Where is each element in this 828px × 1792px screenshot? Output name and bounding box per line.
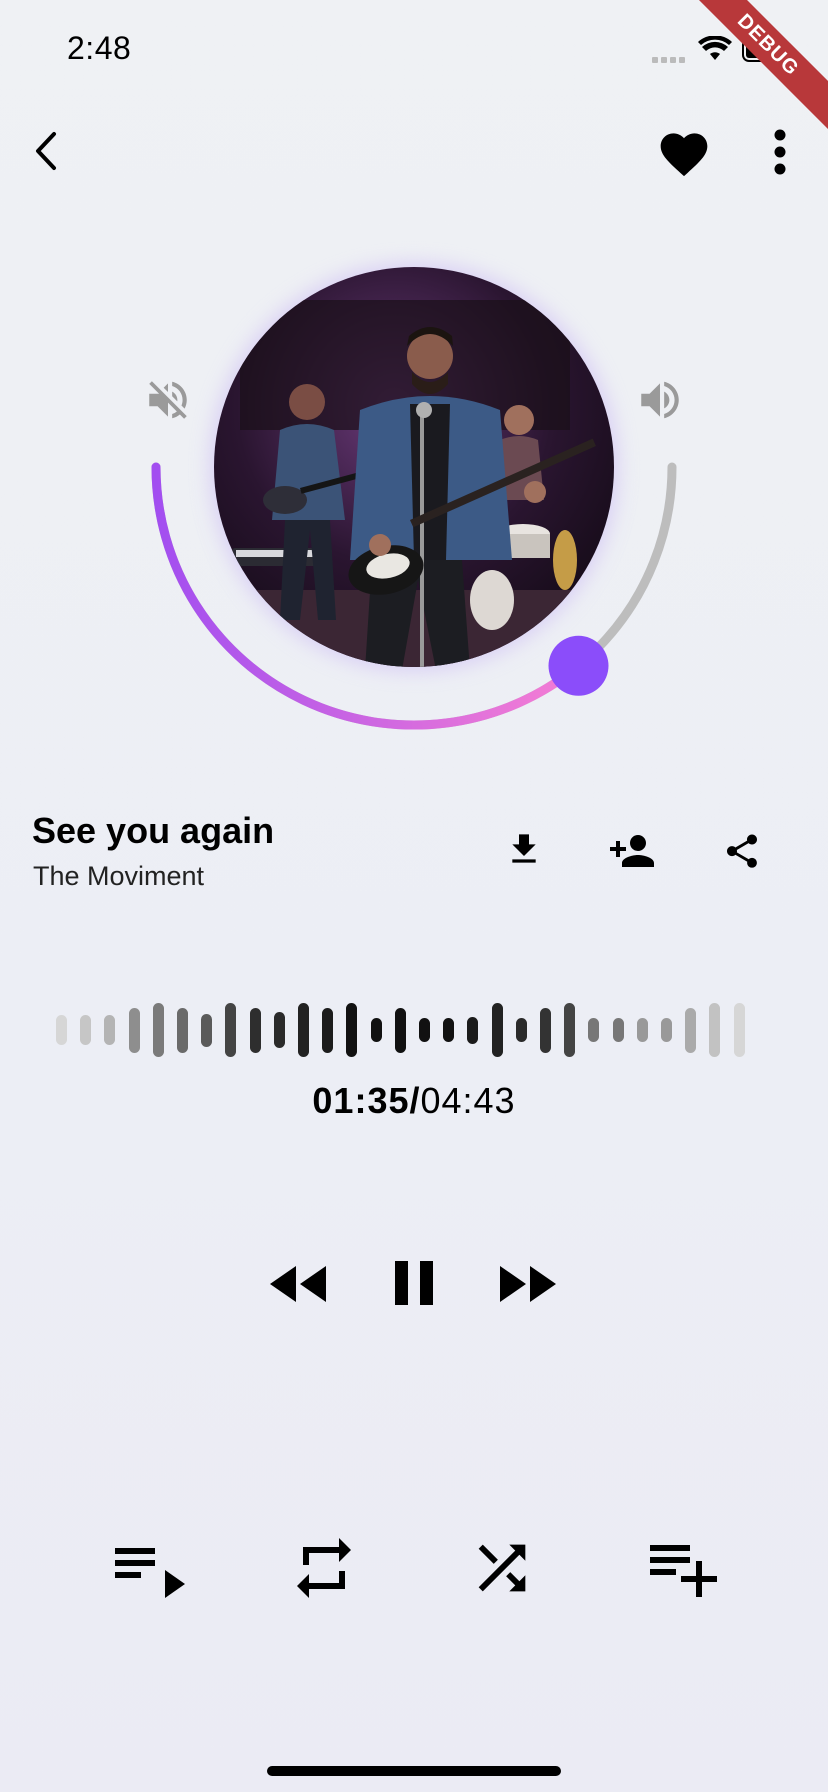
waveform-bar: [443, 1018, 454, 1042]
waveform-bar: [685, 1008, 696, 1053]
waveform-bar: [201, 1014, 212, 1047]
waveform-bar: [298, 1003, 309, 1057]
waveform-bar: [516, 1018, 527, 1042]
volume-up-icon: [641, 381, 679, 419]
heart-icon: [660, 133, 708, 177]
waveform-bar: [80, 1015, 91, 1045]
chevron-left-icon: [36, 132, 56, 170]
person-add-icon: [610, 835, 654, 867]
waveform-bar: [588, 1018, 599, 1042]
add-to-playlist-button[interactable]: [640, 1530, 724, 1604]
waveform-bar: [564, 1003, 575, 1057]
waveform-bar: [709, 1003, 720, 1057]
song-title: See you again: [32, 810, 275, 851]
fast-forward-icon: [500, 1266, 556, 1302]
playlist-add-icon: [650, 1545, 717, 1597]
share-button[interactable]: [718, 826, 766, 876]
waveform-bar: [177, 1008, 188, 1053]
waveform-bar: [467, 1017, 478, 1044]
waveform-bar: [274, 1012, 285, 1048]
waveform-bar: [419, 1018, 430, 1042]
add-person-button[interactable]: [604, 826, 660, 876]
waveform-bar: [250, 1008, 261, 1053]
more-options-button[interactable]: [766, 128, 794, 176]
download-icon: [512, 834, 536, 863]
song-artist: The Moviment: [33, 861, 205, 891]
playlist-play-icon: [115, 1548, 185, 1598]
fast-rewind-icon: [270, 1266, 326, 1302]
waveform-bar: [225, 1003, 236, 1057]
mute-button[interactable]: [140, 374, 196, 426]
waveform-bar: [540, 1008, 551, 1053]
shuffle-icon: [478, 1544, 526, 1592]
volume-dial[interactable]: [140, 240, 688, 740]
waveform-bar: [661, 1018, 672, 1042]
total-time: 04:43: [420, 1080, 516, 1121]
wifi-icon: [698, 35, 732, 67]
pause-button[interactable]: [388, 1254, 440, 1312]
waveform-bar: [395, 1008, 406, 1053]
shuffle-button[interactable]: [462, 1530, 542, 1606]
favorite-button[interactable]: [654, 124, 714, 180]
status-time: 2:48: [67, 30, 132, 66]
share-icon: [727, 834, 757, 868]
waveform-bar: [322, 1008, 333, 1053]
waveform-bar: [153, 1003, 164, 1057]
repeat-icon: [297, 1538, 351, 1598]
waveform-bar: [637, 1018, 648, 1042]
waveform-bar: [346, 1003, 357, 1057]
pause-icon: [395, 1261, 433, 1305]
waveform-bar: [613, 1018, 624, 1042]
vertical-dots-icon: [774, 129, 786, 175]
volume-off-icon: [149, 381, 187, 419]
waveform-bar: [734, 1003, 745, 1057]
waveform-bar: [56, 1015, 67, 1045]
home-indicator: [267, 1766, 561, 1776]
volume-up-button[interactable]: [632, 374, 688, 426]
rewind-button[interactable]: [266, 1256, 330, 1312]
time-display: 01:35/04:43: [0, 1080, 828, 1122]
waveform-bar: [129, 1008, 140, 1053]
waveform-bar: [371, 1018, 382, 1042]
back-button[interactable]: [24, 128, 66, 174]
volume-thumb[interactable]: [548, 635, 609, 696]
waveform-seekbar[interactable]: [56, 992, 756, 1068]
queue-button[interactable]: [106, 1534, 188, 1606]
waveform-bar: [492, 1003, 503, 1057]
elapsed-time: 01:35/: [312, 1080, 421, 1121]
repeat-button[interactable]: [284, 1528, 364, 1608]
fast-forward-button[interactable]: [496, 1256, 560, 1312]
signal-icon: [652, 52, 692, 70]
waveform-bar: [104, 1015, 115, 1045]
download-button[interactable]: [500, 826, 548, 876]
